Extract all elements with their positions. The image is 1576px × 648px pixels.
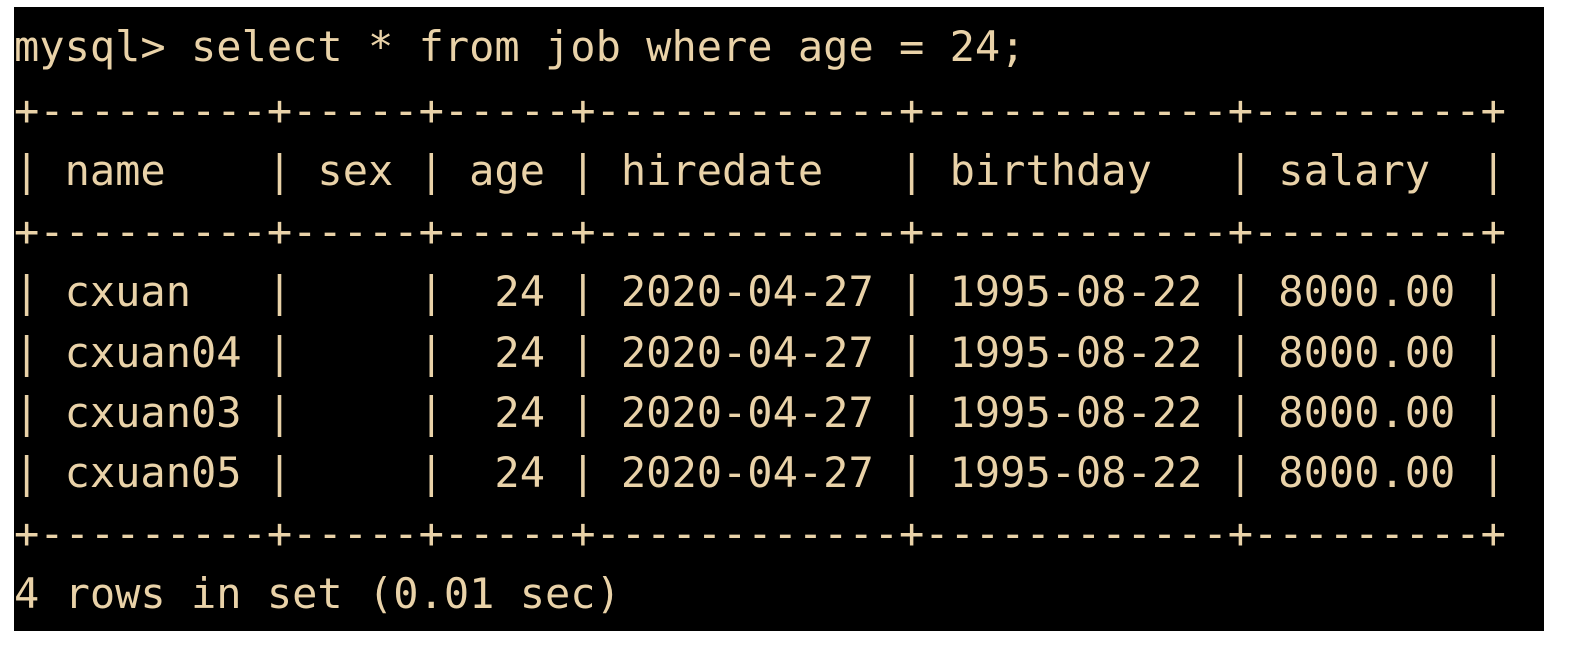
result-summary: 4 rows in set (0.01 sec) (14, 569, 621, 618)
table-border-mid: +---------+-----+-----+------------+----… (14, 207, 1506, 256)
table-row: | cxuan04 | | 24 | 2020-04-27 | 1995-08-… (14, 328, 1506, 377)
table-border-bottom: +---------+-----+-----+------------+----… (14, 509, 1506, 558)
terminal-window[interactable]: mysql> select * from job where age = 24;… (14, 7, 1544, 631)
table-header-row: | name | sex | age | hiredate | birthday… (14, 146, 1506, 195)
table-border-top: +---------+-----+-----+------------+----… (14, 86, 1506, 135)
table-row: | cxuan03 | | 24 | 2020-04-27 | 1995-08-… (14, 388, 1506, 437)
command-line: mysql> select * from job where age = 24; (14, 22, 1026, 71)
table-row: | cxuan05 | | 24 | 2020-04-27 | 1995-08-… (14, 448, 1506, 497)
table-row: | cxuan | | 24 | 2020-04-27 | 1995-08-22… (14, 267, 1506, 316)
